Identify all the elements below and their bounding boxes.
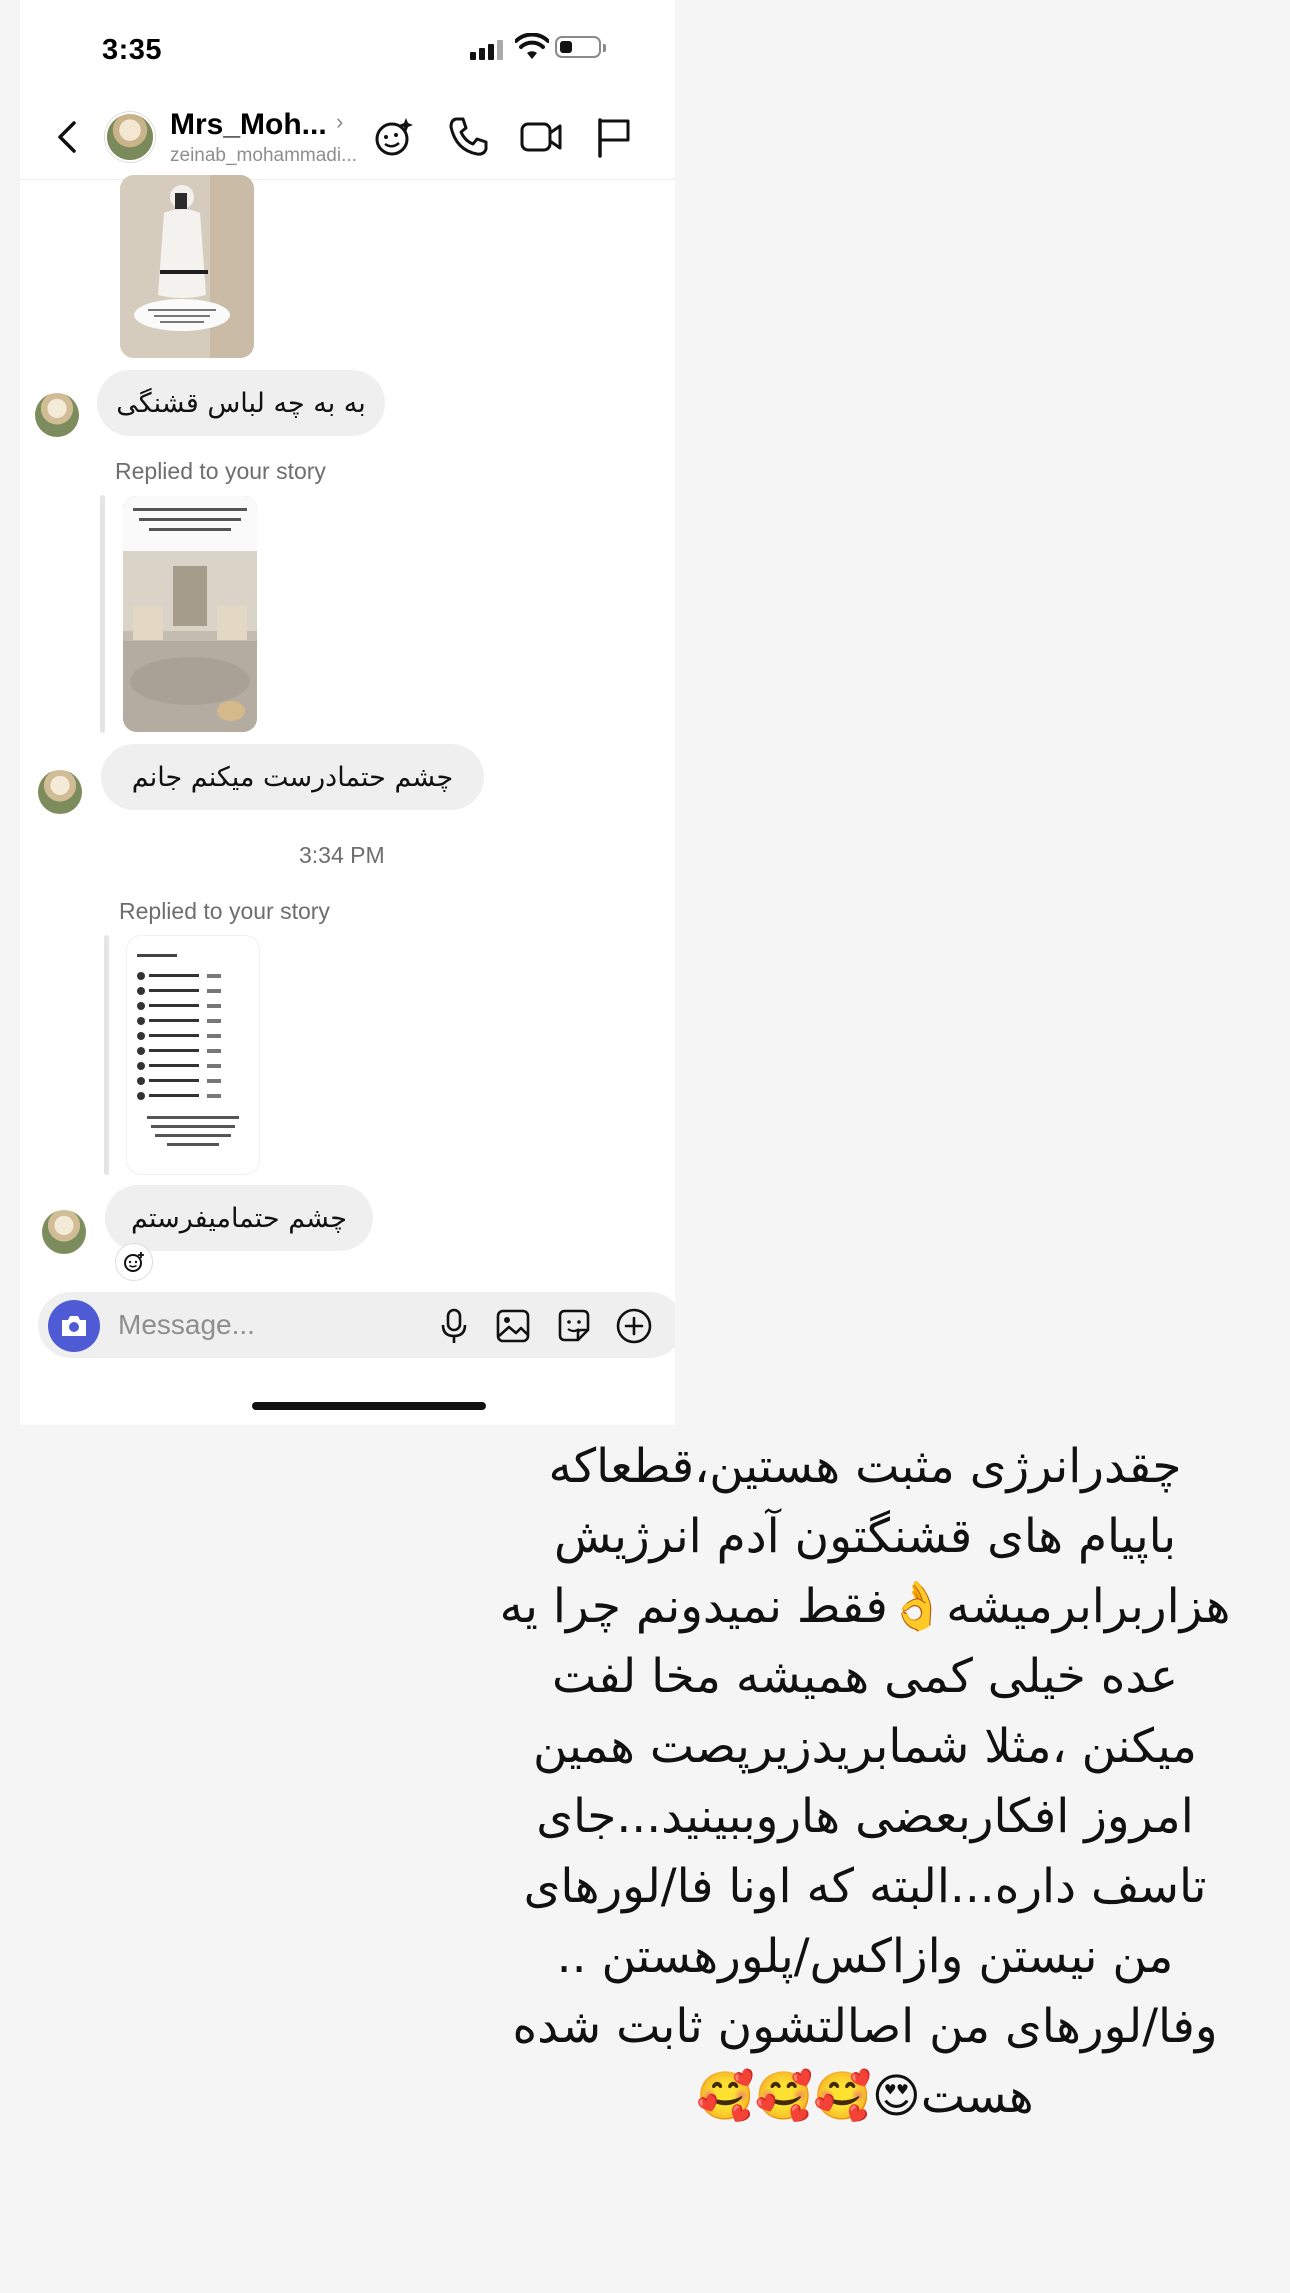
plus-icon[interactable] — [614, 1306, 654, 1346]
caption-line: هست😍🥰🥰🥰 — [696, 2069, 1034, 2124]
caption-line: تاسف داره...البته که اونا فا/لورهای — [523, 1859, 1207, 1914]
sender-avatar[interactable] — [38, 770, 82, 814]
reply-indicator-bar — [100, 495, 105, 733]
reaction-icon[interactable] — [115, 1243, 153, 1281]
message-composer — [38, 1292, 675, 1358]
reply-indicator-bar — [104, 935, 109, 1175]
message-bubble[interactable]: چشم حتمامیفرستم — [105, 1185, 373, 1251]
screen: 3:35 Mrs_Moh... › zeinab_mohammadi... به… — [0, 0, 1290, 2293]
dm-screenshot: 3:35 Mrs_Moh... › zeinab_mohammadi... به… — [20, 0, 675, 1425]
gallery-icon[interactable] — [493, 1306, 533, 1346]
contact-avatar[interactable] — [105, 112, 155, 162]
home-indicator — [252, 1402, 486, 1410]
wifi-icon — [515, 33, 549, 59]
caption-line: باپیام های قشنگتون آدم انرژیش — [553, 1509, 1177, 1564]
story-room-image — [123, 496, 257, 732]
flag-icon[interactable] — [590, 113, 638, 161]
sticker-icon[interactable] — [554, 1306, 594, 1346]
story-reply-label: Replied to your story — [119, 898, 330, 924]
status-time: 3:35 — [102, 34, 163, 66]
caption-line: وفا/لورهای من اصالتشون ثابت شده — [512, 1999, 1218, 2054]
contact-name[interactable]: Mrs_Moh... — [170, 108, 327, 142]
video-icon[interactable] — [517, 113, 565, 161]
story-thumbnail[interactable] — [127, 936, 259, 1174]
message-timestamp: 3:34 PM — [299, 842, 385, 868]
caption-line: امروز افکاربعضی هاروببینید...جای — [536, 1789, 1194, 1844]
story-list-image — [127, 936, 259, 1174]
caption-line: میکنن ،مثلا شمابریدزیرپصت همین — [533, 1719, 1197, 1774]
battery-icon — [555, 36, 606, 58]
microphone-icon[interactable] — [434, 1306, 474, 1346]
story-thumbnail[interactable] — [120, 175, 254, 358]
back-icon[interactable] — [48, 115, 88, 159]
chat-header: Mrs_Moh... › zeinab_mohammadi... — [20, 95, 675, 180]
message-bubble[interactable]: چشم حتمادرست میکنم جانم — [101, 744, 484, 810]
phone-icon[interactable] — [444, 113, 492, 161]
camera-icon — [62, 1316, 86, 1336]
message-input[interactable] — [118, 1304, 418, 1346]
story-thumbnail[interactable] — [123, 496, 257, 732]
caption-line: من نیستن وازاکس/پلورهستن .. — [556, 1929, 1174, 1984]
sender-avatar[interactable] — [42, 1210, 86, 1254]
sender-avatar[interactable] — [35, 393, 79, 437]
story-person-image — [120, 175, 254, 358]
effects-icon[interactable] — [370, 113, 418, 161]
status-bar: 3:35 — [20, 0, 675, 90]
caption-line: چقدرانرژی مثبت هستین،قطعاکه — [548, 1439, 1182, 1494]
caption-line: هزاربرابرمیشه👌فقط نمیدونم چرا یه — [499, 1579, 1231, 1634]
message-bubble[interactable]: به به چه لباس قشنگی — [97, 370, 385, 436]
camera-button[interactable] — [48, 1300, 100, 1352]
caption-line: عده خیلی کمی همیشه مخا لفت — [551, 1649, 1179, 1704]
chevron-right-icon: › — [336, 109, 344, 134]
story-reply-label: Replied to your story — [115, 458, 326, 484]
story-caption-text: چقدرانرژی مثبت هستین،قطعاکه باپیام های ق… — [470, 1432, 1260, 2132]
cellular-signal-icon — [470, 36, 510, 60]
contact-username: zeinab_mohammadi... — [170, 145, 357, 166]
